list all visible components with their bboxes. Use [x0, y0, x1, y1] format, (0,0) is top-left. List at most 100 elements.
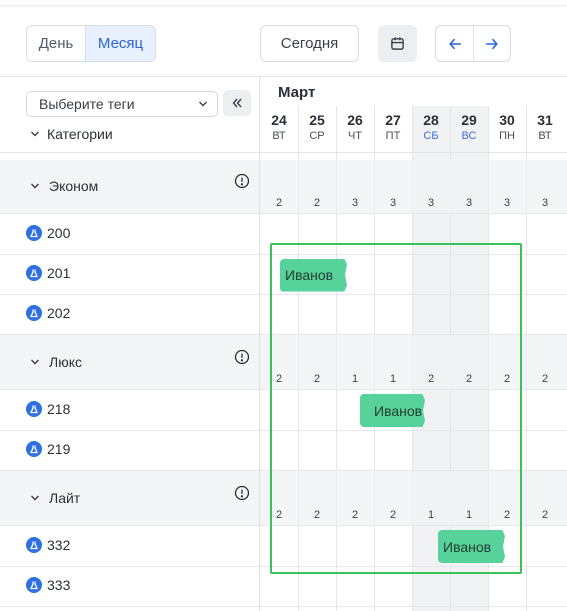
room-number: 201 — [47, 265, 71, 281]
view-switcher: День Месяц — [26, 25, 156, 62]
room-label: 201 — [26, 265, 70, 281]
chevron-down-icon — [31, 359, 39, 364]
room-label: 333 — [26, 577, 70, 593]
group-row[interactable]: Люкс — [0, 335, 259, 390]
prev-period-button[interactable] — [436, 26, 473, 61]
availability-count: 3 — [541, 197, 549, 209]
room-type-icon — [26, 400, 42, 417]
toolbar-divider — [0, 76, 567, 77]
chevron-down-icon — [31, 131, 39, 137]
day-number: 26 — [347, 112, 363, 128]
day-weekday: ВТ — [538, 130, 552, 142]
room-label: 218 — [26, 400, 71, 417]
view-month-button[interactable]: Месяц — [85, 26, 155, 61]
day-number: 24 — [271, 112, 287, 128]
room-label: 219 — [26, 441, 70, 457]
room-row[interactable]: 219 — [0, 431, 259, 471]
room-glyph-icon — [29, 445, 39, 454]
categories-label: Категории — [47, 126, 113, 142]
selection-rectangle — [270, 243, 522, 574]
day-weekday: СБ — [423, 130, 439, 142]
day-number: 30 — [499, 112, 515, 128]
room-number: 332 — [47, 536, 71, 553]
chevron-down-icon — [31, 183, 39, 189]
view-day-button[interactable]: День — [27, 26, 86, 61]
day-number: 27 — [385, 112, 401, 128]
day-number: 25 — [309, 112, 325, 128]
group-toggle[interactable]: Люкс — [30, 354, 82, 370]
panel-divider — [259, 76, 260, 611]
day-weekday: ВС — [461, 130, 477, 142]
room-type-icon — [26, 441, 42, 457]
room-type-icon — [26, 536, 42, 553]
calendar-picker-button[interactable] — [378, 25, 417, 62]
availability-count: 3 — [503, 197, 511, 209]
day-number: 31 — [537, 112, 553, 128]
calendar-icon — [391, 37, 404, 50]
room-number: 219 — [47, 441, 71, 457]
arrow-left-icon — [448, 38, 461, 49]
room-glyph-icon — [29, 229, 39, 237]
chevron-down-icon — [31, 495, 39, 500]
availability-count: 3 — [465, 197, 473, 209]
date-navigation — [435, 25, 511, 62]
group-row[interactable]: Эконом — [0, 160, 259, 214]
availability-count: 3 — [389, 197, 397, 209]
chevron-down-icon — [199, 101, 207, 107]
collapse-panel-button[interactable] — [223, 90, 251, 116]
group-toggle[interactable]: Эконом — [30, 178, 98, 194]
tags-select[interactable]: Выберите теги — [26, 91, 218, 117]
room-row[interactable]: 218 — [0, 390, 259, 431]
day-number: 29 — [461, 112, 477, 128]
room-glyph-icon — [29, 309, 39, 318]
categories-toggle[interactable]: Категории — [30, 126, 113, 142]
calendar-header-divider — [0, 152, 567, 153]
room-glyph-icon — [29, 269, 39, 278]
top-bar-edge — [0, 0, 567, 6]
tags-select-placeholder: Выберите теги — [39, 96, 135, 112]
room-glyph-icon — [29, 581, 39, 590]
availability-count: 3 — [351, 197, 359, 209]
group-toggle[interactable]: Лайт — [30, 490, 80, 506]
today-button[interactable]: Сегодня — [260, 25, 359, 62]
day-weekday: ПТ — [385, 130, 401, 142]
next-period-button[interactable] — [473, 26, 510, 61]
room-row[interactable]: 201 — [0, 255, 259, 295]
room-glyph-icon — [29, 541, 39, 549]
room-type-icon — [26, 305, 42, 321]
room-type-icon — [26, 577, 42, 593]
availability-count: 2 — [275, 197, 283, 209]
day-weekday: ПН — [499, 130, 515, 142]
group-name: Люкс — [49, 353, 82, 370]
info-icon[interactable] — [234, 485, 250, 501]
day-weekday: ЧТ — [347, 130, 363, 142]
room-number: 218 — [47, 400, 71, 417]
info-icon[interactable] — [234, 349, 250, 365]
room-row[interactable]: 333 — [0, 567, 259, 607]
room-number: 202 — [47, 305, 71, 321]
availability-count: 3 — [427, 197, 435, 209]
availability-count: 2 — [541, 509, 549, 521]
group-name: Эконом — [49, 178, 99, 194]
room-label: 332 — [26, 536, 71, 553]
availability-count: 2 — [313, 197, 321, 209]
room-row[interactable]: 332 — [0, 526, 259, 567]
room-row[interactable]: 200 — [0, 214, 259, 255]
room-row[interactable]: 202 — [0, 295, 259, 335]
group-name: Лайт — [49, 489, 81, 506]
day-weekday: ВТ — [272, 130, 286, 142]
room-number: 200 — [47, 224, 71, 241]
group-row[interactable]: Лайт — [0, 471, 259, 526]
day-number: 28 — [423, 112, 439, 128]
availability-count: 2 — [541, 373, 549, 385]
room-label: 200 — [26, 224, 71, 241]
double-chevron-left-icon — [232, 98, 242, 108]
month-label: Март — [278, 84, 316, 101]
room-glyph-icon — [29, 405, 39, 413]
room-type-icon — [26, 224, 42, 241]
room-number: 333 — [47, 577, 71, 593]
room-label: 202 — [26, 305, 70, 321]
info-icon[interactable] — [234, 173, 250, 189]
day-weekday: СР — [309, 130, 325, 142]
room-type-icon — [26, 265, 42, 281]
